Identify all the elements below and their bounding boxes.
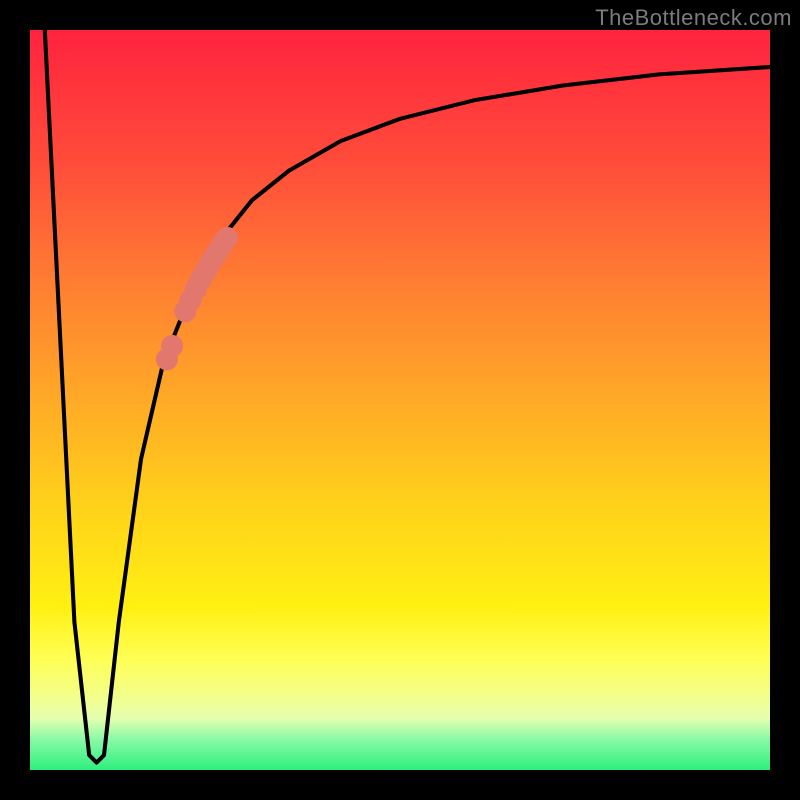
watermark-text: TheBottleneck.com [595,5,792,31]
curve-marker [216,227,238,249]
curve-marker [161,335,183,357]
chart-root: TheBottleneck.com [0,0,800,800]
curve-layer [30,30,770,770]
curve-markers [156,227,238,371]
plot-area [30,30,770,770]
bottleneck-curve [45,30,770,763]
